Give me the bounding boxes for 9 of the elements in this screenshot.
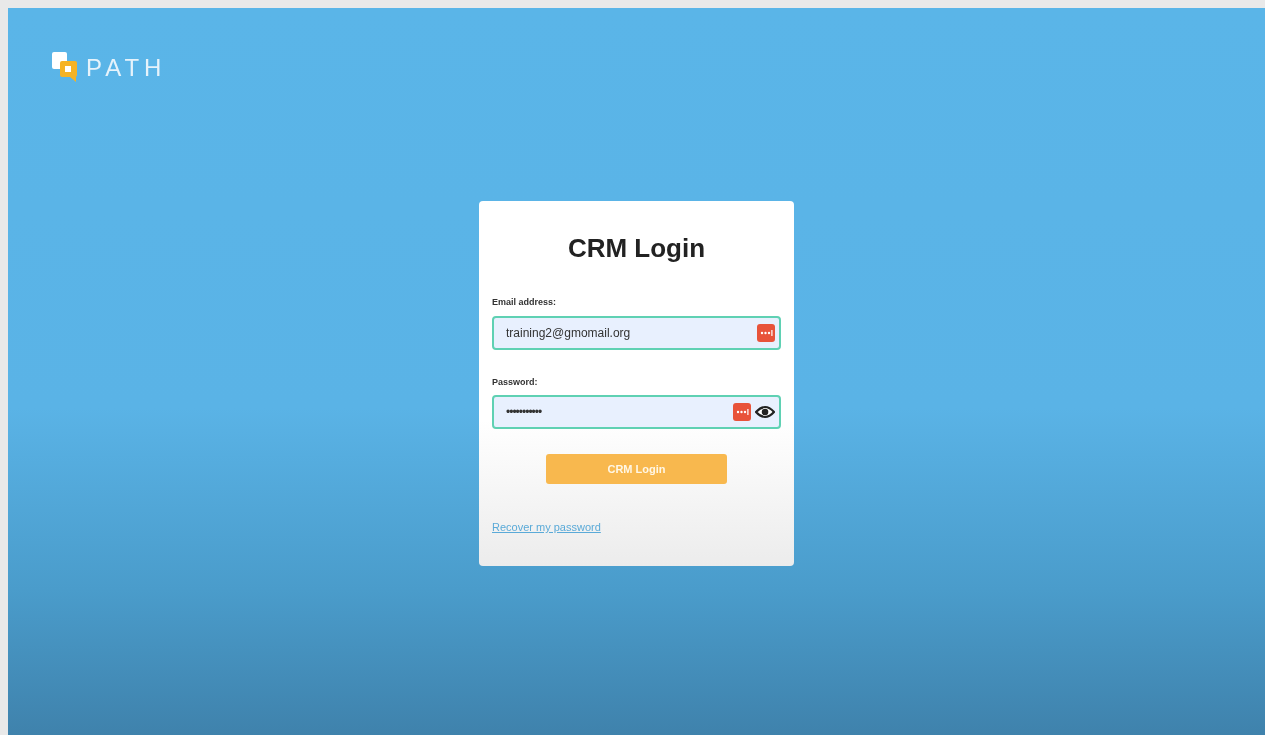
show-password-icon[interactable] [755, 405, 775, 419]
field-label: Email address: [492, 296, 558, 309]
field-label: Password: [492, 375, 539, 389]
email-field[interactable]: training2@gmomail.org [492, 315, 781, 350]
password-field[interactable]: ••••••••••• [492, 395, 781, 429]
login-title: CRM Login [566, 232, 707, 265]
logo-text: PATH [86, 53, 167, 83]
password-manager-icon[interactable] [733, 403, 751, 421]
logo-icon [52, 52, 78, 82]
